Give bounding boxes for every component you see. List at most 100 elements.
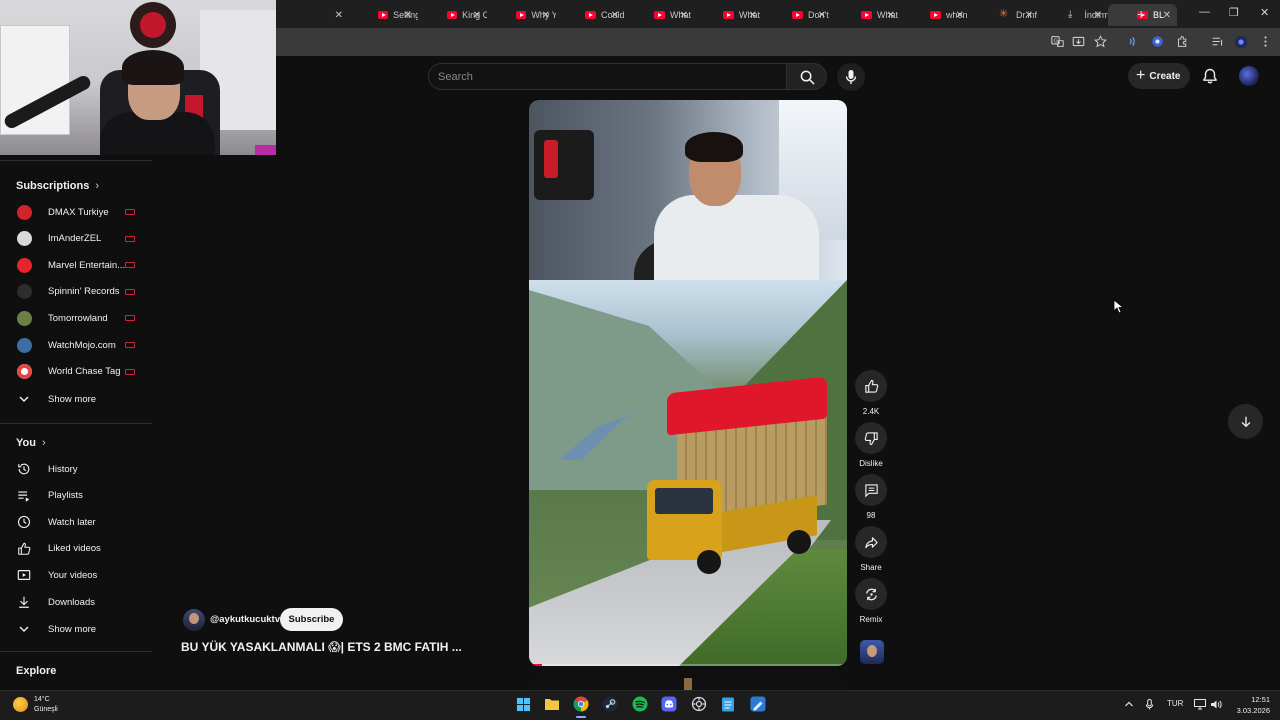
windows-start-icon[interactable] — [514, 695, 532, 713]
you-item-liked-videos[interactable]: Liked videos — [0, 536, 150, 562]
search-input[interactable] — [438, 68, 768, 85]
share-button[interactable] — [855, 526, 887, 558]
bell-icon[interactable] — [1202, 68, 1218, 84]
browser-tab[interactable]: Could ✕ — [556, 4, 625, 26]
subscribe-button[interactable]: Subscribe — [280, 608, 343, 631]
close-tab-icon[interactable]: ✕ — [1025, 10, 1033, 21]
close-tab-icon[interactable]: ✕ — [611, 10, 619, 21]
share-action[interactable]: Share — [855, 526, 887, 572]
close-tab-icon[interactable]: ✕ — [887, 10, 895, 21]
browser-tab[interactable]: Selling ✕ — [349, 4, 418, 26]
comments-button[interactable] — [855, 474, 887, 506]
channel-avatar[interactable] — [183, 609, 205, 631]
channel-handle[interactable]: @aykutkucuktv — [210, 614, 280, 625]
search-button[interactable] — [786, 63, 827, 90]
chevron-down-icon — [16, 391, 32, 407]
new-tab-button[interactable]: + — [1137, 6, 1145, 22]
explore-heading[interactable]: Explore — [16, 665, 56, 677]
profile-avatar[interactable] — [1234, 35, 1248, 49]
steam-icon[interactable] — [601, 695, 619, 713]
dislike-action[interactable]: Dislike — [855, 422, 887, 468]
dislike-button[interactable] — [855, 422, 887, 454]
browser-tab[interactable]: ✕ — [280, 4, 349, 26]
comments-action[interactable]: 98 — [855, 474, 887, 520]
you-item-downloads[interactable]: Downloads — [0, 589, 150, 615]
browser-tab[interactable]: Don't ✕ — [763, 4, 832, 26]
create-button[interactable]: + Create — [1128, 63, 1190, 89]
close-tab-icon[interactable]: ✕ — [1094, 10, 1102, 21]
you-item-history[interactable]: History — [0, 456, 150, 482]
spotify-icon[interactable] — [631, 695, 649, 713]
sun-weather-icon[interactable] — [13, 697, 28, 712]
extension-audio-icon[interactable] — [1126, 35, 1140, 49]
extensions-puzzle-icon[interactable] — [1175, 35, 1189, 49]
you-item-watch-later[interactable]: Watch later — [0, 509, 150, 535]
notepad-icon[interactable] — [719, 695, 737, 713]
system-clock[interactable]: 12:51 3.03.2026 — [1224, 694, 1270, 716]
close-tab-icon[interactable]: ✕ — [956, 10, 964, 21]
extension-blue-icon[interactable] — [1150, 35, 1164, 49]
show-more-subscriptions[interactable]: Show more — [0, 386, 150, 412]
remix-button[interactable] — [855, 578, 887, 610]
browser-tab[interactable]: What ✕ — [832, 4, 901, 26]
browser-tab[interactable]: Why Y ✕ — [487, 4, 556, 26]
subscription-item[interactable]: Spinnin' Records — [0, 279, 150, 305]
subscription-item[interactable]: DMAX Turkiye — [0, 199, 150, 225]
paint-app-icon[interactable] — [749, 695, 767, 713]
chevron-up-icon[interactable] — [1124, 699, 1134, 711]
discord-icon[interactable] — [660, 695, 678, 713]
weather-widget[interactable]: 14°C Güneşli — [34, 695, 58, 715]
browser-tab[interactable]: ⤓ İndirm ✕ — [1039, 4, 1108, 26]
voice-search-button[interactable] — [837, 63, 865, 91]
shorts-video-player[interactable] — [529, 100, 847, 666]
minimize-button[interactable]: — — [1199, 6, 1210, 18]
next-short-button[interactable] — [1228, 404, 1263, 439]
account-avatar[interactable] — [1239, 66, 1259, 86]
browser-tab[interactable]: What ✕ — [625, 4, 694, 26]
browser-tab[interactable]: King C ✕ — [418, 4, 487, 26]
close-tab-icon[interactable]: ✕ — [749, 10, 757, 21]
video-progress-track[interactable] — [529, 664, 847, 666]
close-window-button[interactable]: ✕ — [1260, 6, 1269, 19]
close-tab-icon[interactable]: ✕ — [1163, 10, 1171, 21]
subscription-item[interactable]: ImAnderZEL — [0, 226, 150, 252]
like-action[interactable]: 2.4K — [855, 370, 887, 416]
maximize-button[interactable]: ❐ — [1229, 6, 1239, 19]
weather-desc: Güneşli — [34, 706, 58, 713]
translate-icon[interactable]: G — [1050, 35, 1064, 49]
bookmark-star-icon[interactable] — [1093, 35, 1107, 49]
video-title[interactable]: BU YÜK YASAKLANMALI 😱| ETS 2 BMC FATIH .… — [181, 640, 462, 654]
file-explorer-icon[interactable] — [543, 695, 561, 713]
browser-tab[interactable]: ✳ Dr.inf ✕ — [970, 4, 1039, 26]
close-tab-icon[interactable]: ✕ — [473, 10, 481, 21]
chrome-icon[interactable] — [572, 695, 590, 713]
install-app-icon[interactable] — [1071, 35, 1085, 49]
close-tab-icon[interactable]: ✕ — [680, 10, 688, 21]
audio-source-thumbnail[interactable] — [860, 640, 884, 664]
subscriptions-heading[interactable]: Subscriptions › — [16, 180, 99, 192]
close-tab-icon[interactable]: ✕ — [542, 10, 550, 21]
you-item-your-videos[interactable]: Your videos — [0, 562, 150, 588]
browser-menu-icon[interactable] — [1258, 35, 1272, 49]
browser-tab[interactable]: when ✕ — [901, 4, 970, 26]
close-tab-icon[interactable]: ✕ — [404, 10, 412, 21]
language-indicator[interactable]: TUR — [1167, 699, 1183, 708]
like-button[interactable] — [855, 370, 887, 402]
subscription-item[interactable]: Tomorrowland — [0, 305, 150, 331]
comment-count: 98 — [866, 511, 876, 520]
subscription-item[interactable]: Marvel Entertain... — [0, 252, 150, 278]
you-item-playlists[interactable]: Playlists — [0, 483, 150, 509]
microphone-tray-icon[interactable] — [1145, 698, 1154, 712]
you-heading[interactable]: You › — [16, 437, 46, 449]
close-tab-icon[interactable]: ✕ — [335, 10, 343, 21]
settings-app-icon[interactable] — [690, 695, 708, 713]
browser-tab[interactable]: What ✕ — [694, 4, 763, 26]
subscription-item[interactable]: WatchMojo.com — [0, 332, 150, 358]
network-icon[interactable] — [1194, 699, 1206, 712]
volume-icon[interactable] — [1210, 699, 1222, 712]
subscription-item[interactable]: World Chase Tag — [0, 359, 150, 385]
media-control-icon[interactable] — [1210, 35, 1224, 49]
close-tab-icon[interactable]: ✕ — [818, 10, 826, 21]
remix-action[interactable]: Remix — [855, 578, 887, 624]
show-more-you[interactable]: Show more — [0, 616, 150, 642]
